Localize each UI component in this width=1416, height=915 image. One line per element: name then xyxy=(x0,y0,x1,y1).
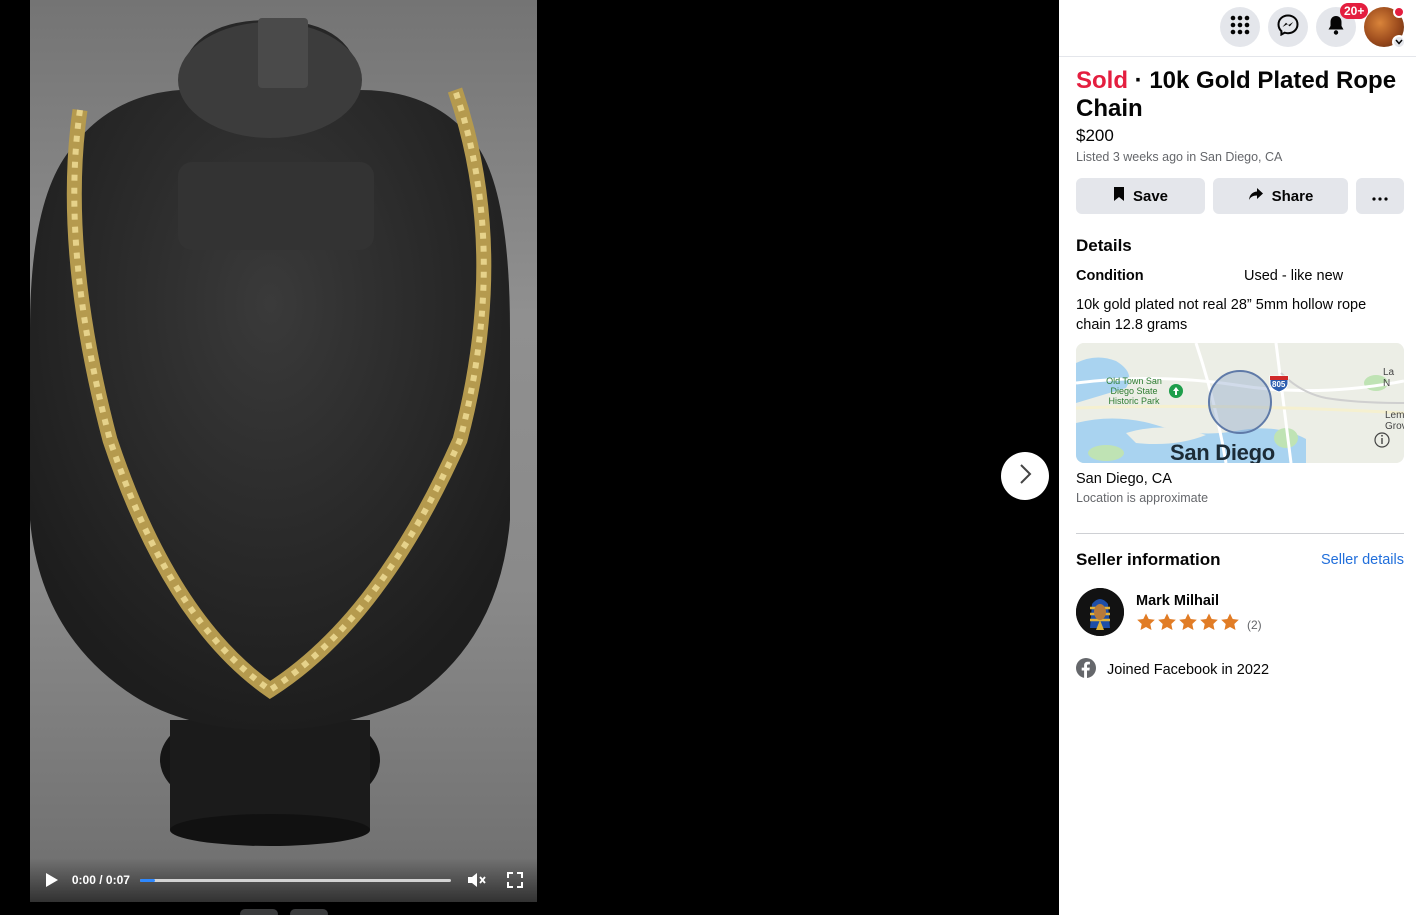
listing-description: 10k gold plated not real 28” 5mm hollow … xyxy=(1076,297,1367,333)
messenger-button[interactable] xyxy=(1268,7,1308,47)
joined-text: Joined Facebook in 2022 xyxy=(1107,662,1270,678)
map-edge-label: La N xyxy=(1383,367,1395,389)
map-park-label-line: Historic Park xyxy=(1108,396,1160,406)
seller-avatar[interactable] xyxy=(1076,588,1124,636)
thumbnail[interactable] xyxy=(240,909,278,915)
share-label: Share xyxy=(1271,187,1314,205)
share-arrow-icon xyxy=(1248,187,1264,205)
seller-info: Mark Milhail (2) xyxy=(1136,593,1262,636)
notification-badge: 20+ xyxy=(1340,3,1369,19)
menu-button[interactable] xyxy=(1220,7,1260,47)
chevron-right-icon xyxy=(1018,463,1032,490)
condition-value: Used - like new xyxy=(1244,268,1344,284)
map-park-label: Old Town San Diego State Historic Park xyxy=(1102,376,1166,406)
star-icon xyxy=(1157,613,1177,636)
top-navigation: 20+ xyxy=(1059,0,1416,57)
seller-name[interactable]: Mark Milhail xyxy=(1136,593,1262,609)
condition-row: Condition Used - like new xyxy=(1076,268,1404,284)
map-park-label-line: Old Town San xyxy=(1106,376,1162,386)
map-city-label: San Diego xyxy=(1170,440,1275,463)
map-park-label-line: Diego State xyxy=(1110,386,1158,396)
speaker-muted-icon[interactable] xyxy=(467,870,487,890)
star-icon xyxy=(1136,613,1156,636)
condition-label: Condition xyxy=(1076,268,1144,284)
save-button[interactable]: Save xyxy=(1076,178,1205,214)
star-icon xyxy=(1199,613,1219,636)
seller-details-link[interactable]: Seller details xyxy=(1321,552,1404,568)
seller-card: Mark Milhail (2) xyxy=(1076,588,1404,636)
map-highway-label: 805 xyxy=(1272,380,1286,389)
location-note: Location is approximate xyxy=(1076,491,1209,505)
location-name: San Diego, CA xyxy=(1076,471,1172,487)
listing-title: Sold · 10k Gold Plated Rope Chain xyxy=(1076,67,1404,123)
ellipsis-icon xyxy=(1372,188,1388,205)
sold-status: Sold xyxy=(1076,67,1128,94)
notifications-button[interactable]: 20+ xyxy=(1316,3,1369,47)
grid-menu-icon xyxy=(1230,15,1250,40)
next-media-button[interactable] xyxy=(1001,452,1049,500)
seller-info-heading: Seller information xyxy=(1076,550,1221,569)
video-progress-bar[interactable] xyxy=(139,878,451,882)
title-separator: · xyxy=(1128,67,1150,94)
status-dot xyxy=(1393,6,1405,18)
video-time: 0:00 / 0:07 xyxy=(71,873,130,887)
listing-price: $200 xyxy=(1076,126,1114,145)
facebook-icon xyxy=(1076,658,1096,682)
more-options-button[interactable] xyxy=(1356,178,1404,214)
media-viewer: 0:00 / 0:07 xyxy=(0,0,1059,915)
thumbnail-strip xyxy=(240,909,328,915)
seller-header: Seller information Seller details xyxy=(1076,550,1404,570)
details-heading: Details xyxy=(1076,236,1132,255)
location-map[interactable]: Old Town San Diego State Historic Park 8… xyxy=(1076,343,1404,463)
map-edge-label: Lemo Grov xyxy=(1385,410,1404,432)
map-edge-label-line: Lemo xyxy=(1385,410,1404,421)
star-icon xyxy=(1220,613,1240,636)
bookmark-icon xyxy=(1113,186,1125,206)
listing-actions: Save Share xyxy=(1076,178,1404,214)
chevron-down-icon xyxy=(1392,35,1406,49)
account-avatar[interactable] xyxy=(1364,6,1406,49)
share-button[interactable]: Share xyxy=(1213,178,1348,214)
rating-count: (2) xyxy=(1247,617,1262,632)
map-edge-label-line: Grov xyxy=(1385,421,1404,432)
star-icon xyxy=(1178,613,1198,636)
save-label: Save xyxy=(1132,187,1169,205)
video-progress-fill xyxy=(139,878,156,882)
listing-content: Sold · 10k Gold Plated Rope Chain $200 L… xyxy=(1059,57,1416,682)
listing-panel: 20+ Sold · 10k Gold Plated Rope Chain $2… xyxy=(1059,0,1416,915)
video-controls: 0:00 / 0:07 xyxy=(30,858,537,902)
joined-facebook-row: Joined Facebook in 2022 xyxy=(1076,658,1404,682)
product-video[interactable]: 0:00 / 0:07 xyxy=(30,0,537,902)
listing-meta: Listed 3 weeks ago in San Diego, CA xyxy=(1076,150,1283,164)
play-icon[interactable] xyxy=(42,870,62,890)
messenger-icon xyxy=(1277,13,1299,41)
fullscreen-icon[interactable] xyxy=(505,870,525,890)
necklace-on-bust-image xyxy=(30,18,510,846)
seller-rating: (2) xyxy=(1136,613,1262,636)
divider xyxy=(1076,533,1404,534)
thumbnail[interactable] xyxy=(290,909,328,915)
bell-icon xyxy=(1327,15,1345,40)
